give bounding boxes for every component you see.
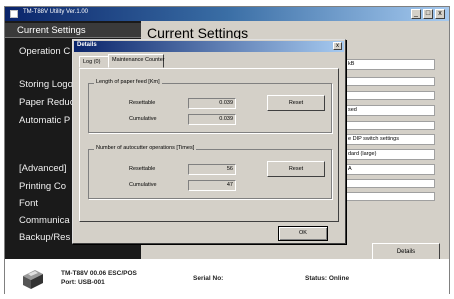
sidebar-item-current-settings[interactable]: Current Settings (5, 23, 141, 38)
setting-value: dard (large) (345, 149, 435, 160)
setting-value: kB (345, 59, 435, 70)
cumulative-value: 47 (188, 180, 236, 191)
reset-button[interactable]: Reset (267, 95, 325, 111)
serial-number: Serial No: (193, 275, 224, 282)
cumulative-label: Cumulative (129, 116, 157, 122)
sidebar-item-automatic[interactable]: Automatic P (19, 115, 70, 126)
group-title: Number of autocutter operations [Times] (94, 145, 197, 151)
sidebar-item-operation[interactable]: Operation C (19, 46, 70, 57)
tab-panel: Length of paper feed [Km] Resettable 0.0… (79, 68, 339, 222)
window-title: TM-T88V Utility Ver.1.00 (23, 9, 89, 15)
group-title: Length of paper feed [Km] (94, 79, 162, 85)
setting-value (345, 179, 435, 188)
resettable-label: Resettable (129, 166, 156, 172)
printer-status: Status: Online (305, 275, 350, 282)
dialog-close-button[interactable]: x (333, 42, 342, 50)
paper-feed-group: Length of paper feed [Km] Resettable 0.0… (88, 79, 332, 133)
resettable-label: Resettable (129, 100, 156, 106)
cumulative-value: 0.039 (188, 114, 236, 125)
tab-log[interactable]: Log (0) (79, 56, 109, 68)
sidebar-item-communication[interactable]: Communica (19, 215, 70, 226)
resettable-value: 56 (188, 164, 236, 175)
setting-value: A (345, 164, 435, 175)
sidebar-item-label: Current Settings (17, 25, 86, 36)
resettable-value: 0.039 (188, 98, 236, 109)
title-bar: TM-T88V Utility Ver.1.00 _ □ x (5, 7, 449, 21)
sidebar-item-backup-restore[interactable]: Backup/Res (19, 232, 70, 243)
maximize-button[interactable]: □ (423, 9, 433, 19)
app-icon (10, 10, 18, 18)
sidebar-advanced-heading: [Advanced] (19, 163, 67, 174)
printer-icon (23, 270, 43, 289)
sidebar-item-paper-reduction[interactable]: Paper Reduc (19, 97, 74, 108)
setting-value (345, 77, 435, 86)
setting-value (345, 91, 435, 100)
status-footer: TM-T88V 00.06 ESC/POS Port: USB-001 Seri… (5, 259, 449, 294)
setting-value: sed (345, 105, 435, 116)
minimize-button[interactable]: _ (411, 9, 421, 19)
sidebar-item-storing-logo[interactable]: Storing Logo (19, 79, 73, 90)
setting-value (345, 192, 435, 201)
dialog-title: Details (77, 42, 97, 48)
tab-maintenance-counter[interactable]: Maintenance Counter (108, 54, 165, 68)
setting-value (345, 121, 435, 130)
printer-model: TM-T88V 00.06 ESC/POS (61, 270, 137, 277)
sidebar-item-printing-control[interactable]: Printing Co (19, 181, 66, 192)
sidebar-item-font[interactable]: Font (19, 198, 38, 209)
autocutter-group: Number of autocutter operations [Times] … (88, 145, 332, 199)
dialog-title-bar: Details x (74, 41, 344, 52)
reset-button[interactable]: Reset (267, 161, 325, 177)
details-dialog: Details x Log (0) Maintenance Counter Le… (72, 39, 346, 244)
cumulative-label: Cumulative (129, 182, 157, 188)
printer-port: Port: USB-001 (61, 279, 105, 286)
close-button[interactable]: x (435, 9, 445, 19)
setting-value: e DIP switch settings (345, 134, 435, 145)
ok-button[interactable]: OK (278, 226, 328, 241)
